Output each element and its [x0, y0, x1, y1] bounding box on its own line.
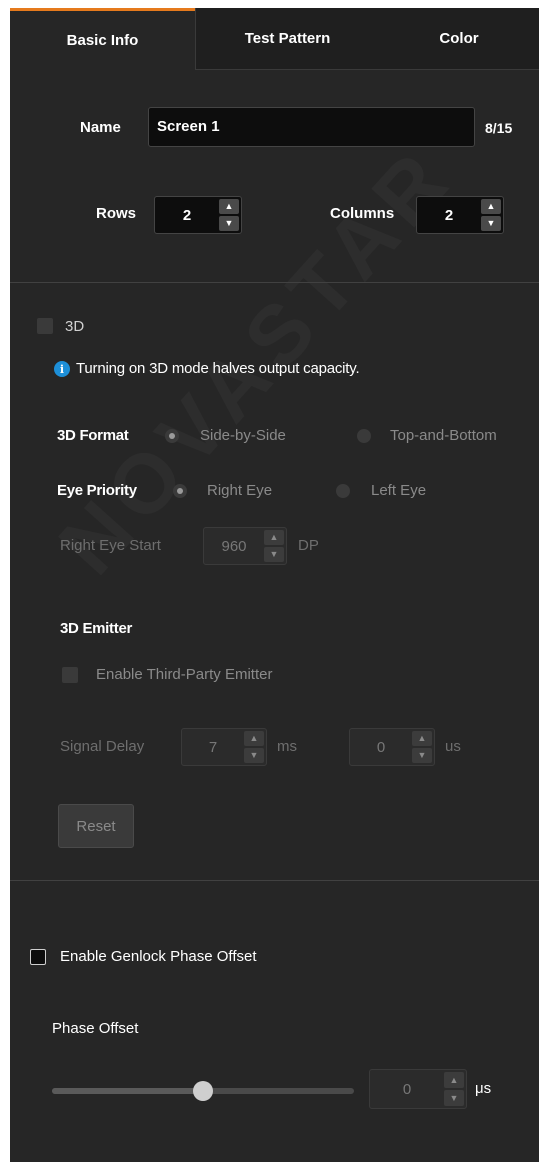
chevron-up-icon[interactable]: ▲ [264, 530, 284, 545]
phase-offset-unit: μs [475, 1080, 492, 1097]
right-eye-start-value[interactable]: 960 [204, 528, 264, 564]
rows-value[interactable]: 2 [155, 197, 219, 233]
format-side-by-side-radio[interactable] [165, 429, 179, 443]
columns-stepper[interactable]: 2 ▲ ▼ [416, 196, 504, 234]
right-eye-start-stepper[interactable]: 960 ▲ ▼ [203, 527, 287, 565]
format-top-and-bottom-radio[interactable] [357, 429, 371, 443]
format-top-and-bottom-label: Top-and-Bottom [390, 427, 497, 444]
chevron-up-icon[interactable]: ▲ [444, 1072, 464, 1088]
chevron-down-icon[interactable]: ▼ [244, 748, 264, 763]
eye-left-label: Left Eye [371, 482, 427, 499]
chevron-up-icon[interactable]: ▲ [219, 199, 239, 214]
phase-offset-slider-fill [52, 1088, 203, 1094]
name-label: Name [80, 119, 121, 136]
name-input[interactable]: Screen 1 [148, 107, 475, 147]
chevron-down-icon[interactable]: ▼ [481, 216, 501, 231]
chevron-down-icon[interactable]: ▼ [219, 216, 239, 231]
chevron-up-icon[interactable]: ▲ [412, 731, 432, 746]
columns-label: Columns [330, 205, 395, 222]
info-icon: i [54, 361, 70, 377]
3d-format-label: 3D Format [57, 427, 129, 444]
rows-label: Rows [96, 205, 137, 222]
signal-delay-us-stepper[interactable]: 0 ▲ ▼ [349, 728, 435, 766]
chevron-up-icon[interactable]: ▲ [244, 731, 264, 746]
section-divider [10, 880, 539, 881]
chevron-down-icon[interactable]: ▼ [444, 1090, 464, 1106]
signal-delay-label: Signal Delay [60, 738, 145, 755]
3d-emitter-title: 3D Emitter [60, 620, 133, 637]
signal-delay-ms-stepper[interactable]: 7 ▲ ▼ [181, 728, 267, 766]
tab-test-pattern[interactable]: Test Pattern [195, 8, 379, 70]
3d-info-text: Turning on 3D mode halves output capacit… [76, 360, 360, 377]
eye-priority-label: Eye Priority [57, 482, 137, 499]
right-eye-start-unit: DP [298, 537, 319, 554]
chevron-up-icon[interactable]: ▲ [481, 199, 501, 214]
eye-left-radio[interactable] [336, 484, 350, 498]
name-char-counter: 8/15 [485, 120, 513, 136]
section-divider [10, 282, 539, 283]
3d-checkbox[interactable] [37, 318, 53, 334]
format-side-by-side-label: Side-by-Side [200, 427, 286, 444]
columns-value[interactable]: 2 [417, 197, 481, 233]
phase-offset-stepper[interactable]: 0 ▲ ▼ [369, 1069, 467, 1109]
phase-offset-slider-thumb[interactable] [193, 1081, 213, 1101]
signal-delay-ms-value[interactable]: 7 [182, 729, 244, 765]
watermark: NOVASTAR [40, 8, 539, 593]
third-party-emitter-label: Enable Third-Party Emitter [96, 666, 273, 683]
phase-offset-value[interactable]: 0 [370, 1070, 444, 1108]
third-party-emitter-checkbox[interactable] [62, 667, 78, 683]
screen-properties-panel: NOVASTAR Basic Info Test Pattern Color N… [10, 8, 539, 1162]
phase-offset-label: Phase Offset [52, 1020, 139, 1037]
eye-right-radio[interactable] [173, 484, 187, 498]
genlock-phase-offset-label: Enable Genlock Phase Offset [60, 948, 257, 965]
3d-label: 3D [65, 318, 85, 335]
tab-basic-info[interactable]: Basic Info [10, 8, 195, 70]
eye-right-label: Right Eye [207, 482, 273, 499]
reset-button[interactable]: Reset [58, 804, 134, 848]
tab-color[interactable]: Color [379, 8, 539, 70]
signal-delay-ms-unit: ms [277, 738, 297, 755]
signal-delay-us-value[interactable]: 0 [350, 729, 412, 765]
rows-stepper[interactable]: 2 ▲ ▼ [154, 196, 242, 234]
right-eye-start-label: Right Eye Start [60, 537, 161, 554]
genlock-phase-offset-checkbox[interactable] [30, 949, 46, 965]
chevron-down-icon[interactable]: ▼ [412, 748, 432, 763]
signal-delay-us-unit: us [445, 738, 461, 755]
chevron-down-icon[interactable]: ▼ [264, 547, 284, 562]
